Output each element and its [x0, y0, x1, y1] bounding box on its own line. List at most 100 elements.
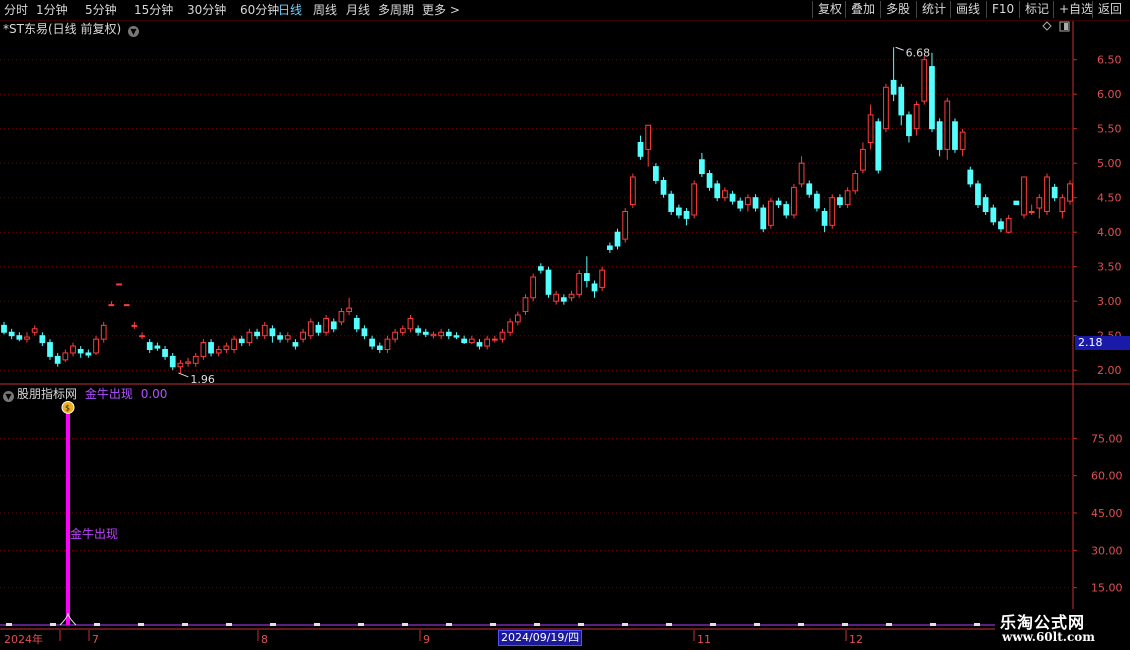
candle-body [883, 86, 889, 130]
candle-body [514, 314, 521, 323]
indicator-point [402, 623, 408, 626]
candle [254, 328, 260, 340]
candle [70, 342, 76, 357]
candle [16, 332, 23, 342]
candle [514, 311, 521, 326]
candle-body [269, 328, 276, 337]
candle-body [1013, 200, 1020, 206]
candle-body [430, 333, 437, 337]
indicator-point [50, 623, 56, 626]
candle-body [706, 173, 713, 188]
candle-body [461, 338, 468, 344]
candle [791, 183, 797, 219]
candle [837, 194, 843, 209]
candle-body [806, 183, 813, 195]
candle-body [798, 162, 805, 185]
chevron-down-icon[interactable]: ▼ [3, 391, 14, 402]
toolbar-tab-9[interactable]: 多周期 [378, 2, 414, 18]
candle-body [24, 336, 30, 340]
candle-body [860, 148, 866, 171]
candle-body [599, 269, 606, 288]
candle-body [108, 304, 115, 307]
candle [24, 332, 30, 343]
toolbar-tab-3[interactable]: 15分钟 [134, 2, 173, 18]
stock-name: *ST东易(日线 前复权) [3, 22, 122, 36]
toolbar-button-1[interactable]: 叠加 [845, 1, 875, 18]
candle [676, 204, 682, 219]
candle-body [530, 276, 537, 299]
toolbar-button-6[interactable]: 标记 [1019, 1, 1049, 18]
candle [300, 328, 306, 343]
candle-body [231, 338, 237, 350]
candle-body [814, 193, 820, 209]
candle [169, 352, 176, 371]
toolbar-tab-4[interactable]: 30分钟 [187, 2, 226, 18]
candle [185, 357, 191, 367]
candle-body [837, 197, 843, 206]
candle-body [407, 317, 414, 330]
price-tick-label: 2.00 [1097, 364, 1122, 377]
signal-label: 金牛出现 [70, 526, 118, 541]
selected-date: 2024/09/19/四 [498, 630, 583, 646]
candle [591, 280, 598, 298]
toolbar-tab-5[interactable]: 60分钟 [240, 2, 279, 18]
candle-body [952, 121, 958, 150]
candle [353, 315, 360, 333]
toolbar-tab-0[interactable]: 分时 [4, 2, 28, 18]
toolbar-button-2[interactable]: 多股 [880, 1, 910, 18]
candle-body [8, 331, 15, 337]
candle [1051, 183, 1058, 202]
toolbar-tab-7[interactable]: 周线 [313, 2, 337, 18]
candle-body [760, 207, 767, 230]
candle-body [62, 352, 69, 361]
chevron-down-icon[interactable]: ▼ [127, 26, 139, 37]
candle-body [768, 200, 774, 226]
candle [208, 339, 214, 357]
toolbar-tab-6[interactable]: 日线 [278, 2, 302, 18]
candle-body [959, 131, 966, 150]
candle-body [722, 190, 728, 199]
candle-body [775, 200, 782, 206]
candle-body [1044, 176, 1050, 212]
candle [62, 349, 69, 362]
candle-body [629, 176, 636, 206]
toolbar-tab-2[interactable]: 5分钟 [85, 2, 117, 18]
candle-body [537, 266, 544, 271]
candle-body [346, 307, 352, 313]
candle-body [376, 345, 383, 350]
price-tick-label: 6.00 [1097, 88, 1122, 101]
candle-body [606, 245, 613, 250]
indicator-point [666, 623, 672, 626]
candle [990, 204, 997, 226]
candle [768, 197, 774, 229]
toolbar-tab-8[interactable]: 月线 [346, 2, 370, 18]
candle [507, 318, 514, 336]
toolbar-button-4[interactable]: 画线 [950, 1, 980, 18]
candle-body [85, 352, 92, 356]
toolbar-button-5[interactable]: F10 [986, 1, 1014, 18]
candle-body [913, 104, 920, 130]
toolbar-button-0[interactable]: 复权 [812, 1, 842, 18]
candle-body [415, 328, 422, 333]
candle [852, 170, 859, 195]
toolbar-tab-1[interactable]: 1分钟 [36, 2, 68, 18]
indicator-tick-label: 15.00 [1091, 582, 1123, 595]
toolbar-tab-10[interactable]: 更多 > [422, 2, 460, 18]
indicator-title[interactable]: ▼ 股朋指标网 金牛出现 0.00 [3, 387, 167, 402]
high-price-label: 6.68 [906, 46, 931, 59]
candle [936, 118, 943, 157]
toolbar-button-3[interactable]: 统计 [916, 1, 946, 18]
candle [8, 328, 15, 340]
stock-title[interactable]: *ST东易(日线 前复权) ▼ [3, 22, 142, 37]
toolbar-button-8[interactable]: 返回 [1092, 1, 1122, 18]
candle-body [392, 331, 398, 340]
candle-body [169, 355, 176, 368]
candle-body [545, 269, 552, 295]
candle [875, 118, 882, 174]
toolbar-button-7[interactable]: +自选 [1053, 1, 1093, 18]
chart-canvas[interactable]: 6.506.005.505.004.504.003.503.002.502.00… [0, 21, 1130, 650]
candle [284, 332, 291, 343]
candle [798, 156, 805, 188]
candle [77, 346, 84, 358]
indicator-name: 金牛出现 [84, 387, 133, 401]
